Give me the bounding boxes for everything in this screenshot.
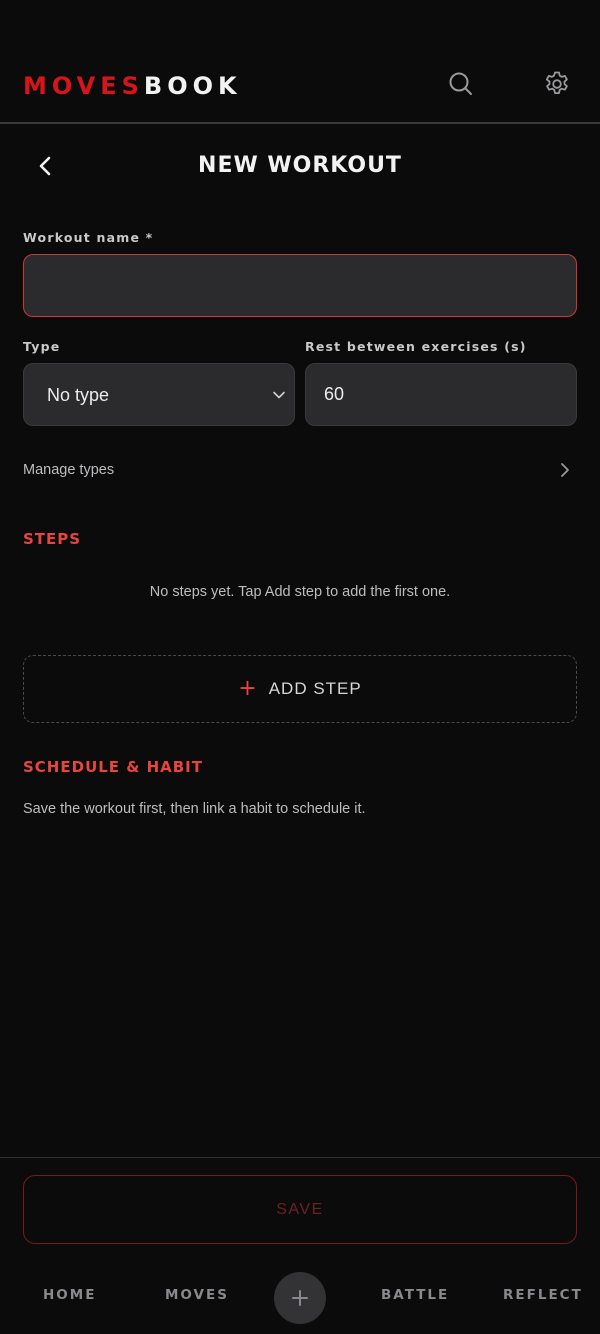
type-select[interactable]: No type (23, 363, 295, 426)
settings-button[interactable] (539, 66, 575, 102)
rest-seconds-input[interactable] (305, 363, 577, 426)
type-select-value: No type (47, 385, 110, 405)
type-label: Type (23, 339, 61, 354)
plus-icon (292, 1290, 308, 1306)
add-step-label: ADD STEP (268, 679, 362, 698)
search-icon (449, 72, 472, 95)
bottom-tab-bar: HOME MOVES BATTLE REFLECT (0, 1262, 600, 1334)
manage-types-row[interactable]: Manage types (23, 452, 577, 488)
logo-book: BOOK (143, 72, 242, 100)
search-button[interactable] (443, 66, 479, 102)
chevron-down-icon (273, 391, 285, 399)
plus-icon: + (238, 676, 257, 701)
create-fab-button[interactable] (274, 1272, 326, 1324)
chevron-right-icon (561, 463, 569, 477)
add-step-button[interactable]: + ADD STEP (23, 655, 577, 723)
footer-divider (0, 1157, 600, 1158)
manage-types-label: Manage types (23, 462, 115, 478)
tab-battle[interactable]: BATTLE (381, 1286, 449, 1304)
steps-section-title: STEPS (23, 530, 82, 548)
gear-icon (545, 71, 568, 94)
logo-moves: MOVES (23, 72, 144, 100)
tab-reflect[interactable]: REFLECT (503, 1286, 583, 1304)
save-button[interactable]: SAVE (23, 1175, 577, 1244)
steps-empty-text: No steps yet. Tap Add step to add the fi… (149, 584, 451, 600)
workout-name-input[interactable] (23, 254, 577, 317)
app-bar: MOVESBOOK (0, 0, 600, 124)
schedule-section-title: SCHEDULE & HABIT (23, 758, 203, 776)
app-logo: MOVESBOOK (23, 72, 242, 100)
app-bar-divider (0, 122, 600, 124)
workout-name-label: Workout name * (23, 230, 154, 245)
rest-label: Rest between exercises (s) (305, 339, 527, 354)
schedule-hint-text: Save the workout first, then link a habi… (23, 801, 366, 817)
tab-moves[interactable]: MOVES (165, 1286, 229, 1304)
page-title: NEW WORKOUT (198, 153, 402, 178)
tab-home[interactable]: HOME (43, 1286, 96, 1304)
